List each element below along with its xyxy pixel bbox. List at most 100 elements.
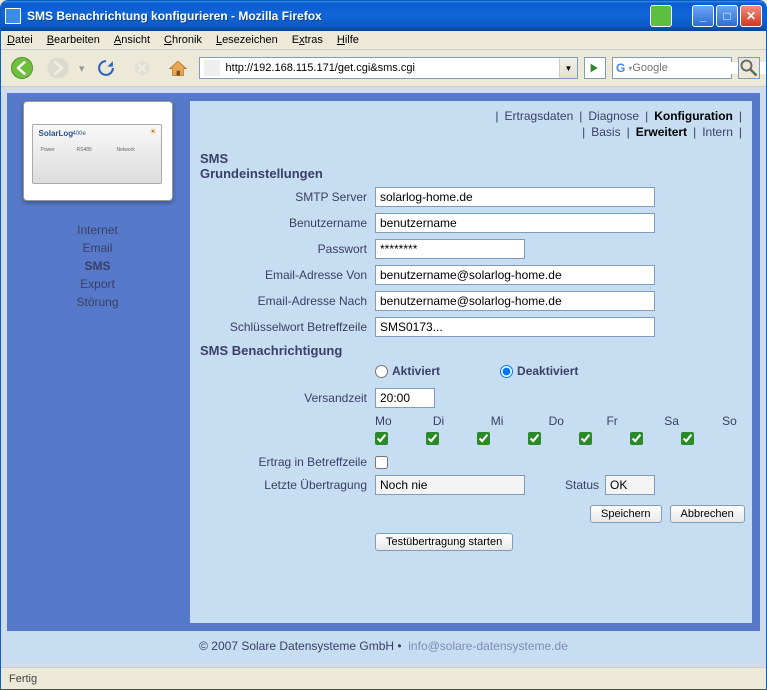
main-panel: |Ertragsdaten|Diagnose|Konfiguration| |B… [190,101,752,623]
display-status [605,475,655,495]
sidebar-item-export[interactable]: Export [76,275,118,293]
menu-extras[interactable]: Extras [292,34,323,46]
device-image: SolarLog 400e ☀ Power RS485 Network [23,101,173,201]
extension-button[interactable] [650,5,672,27]
page-favicon [204,60,220,76]
day-fr: Fr [606,414,626,428]
section-sms-title: SMS Grundeinstellungen [200,151,742,181]
tabs-secondary: |Basis|Erweitert|Intern| [200,125,742,139]
tab-diagnose[interactable]: Diagnose [582,109,645,123]
check-mi[interactable] [477,432,490,445]
home-button[interactable] [163,54,193,82]
menubar: Datei Bearbeiten Ansicht Chronik Lesezei… [1,31,766,50]
device-label: SolarLog [39,129,74,138]
page-footer: © 2007 Solare Datensysteme GmbH • info@s… [7,631,760,661]
close-icon: ✕ [746,9,756,23]
menu-bookmarks[interactable]: Lesezeichen [216,34,278,46]
label-pass: Passwort [200,242,375,256]
input-email-from[interactable] [375,265,655,285]
google-icon: G [616,61,625,75]
minimize-icon: _ [700,9,707,23]
menu-view[interactable]: Ansicht [114,34,150,46]
days-checkboxes [200,432,742,445]
tab-konfiguration[interactable]: Konfiguration [648,109,739,123]
tab-erweitert[interactable]: Erweitert [630,125,693,139]
forward-button [43,54,73,82]
test-button[interactable]: Testübertragung starten [375,533,513,551]
reload-button[interactable] [91,54,121,82]
footer-email-link[interactable]: info@solare-datensysteme.de [408,639,568,653]
sidebar-item-stoerung[interactable]: Störung [76,293,118,311]
label-status: Status [565,478,599,492]
check-sa[interactable] [630,432,643,445]
check-fr[interactable] [579,432,592,445]
radio-activated-label[interactable]: Aktiviert [375,364,440,378]
day-do: Do [549,414,569,428]
url-bar[interactable]: ▼ [199,57,578,79]
maximize-button[interactable]: □ [716,5,738,27]
tab-ertragsdaten[interactable]: Ertragsdaten [499,109,580,123]
save-button[interactable]: Speichern [590,505,662,523]
radio-deactivated-label[interactable]: Deaktiviert [500,364,578,378]
search-button[interactable] [738,57,760,79]
content-area: SolarLog 400e ☀ Power RS485 Network Inte… [1,87,766,667]
radio-deactivated[interactable] [500,365,513,378]
statusbar: Fertig [1,667,766,689]
back-button[interactable] [7,54,37,82]
cancel-button[interactable]: Abbrechen [670,505,745,523]
url-input[interactable] [224,62,559,74]
input-smtp[interactable] [375,187,655,207]
check-ertrag[interactable] [375,456,388,469]
check-mo[interactable] [375,432,388,445]
label-last-tx: Letzte Übertragung [200,478,375,492]
window-title: SMS Benachrichtung konfigurieren - Mozil… [27,9,650,23]
titlebar: SMS Benachrichtung konfigurieren - Mozil… [1,1,766,31]
page: SolarLog 400e ☀ Power RS485 Network Inte… [7,93,760,661]
menu-edit[interactable]: Bearbeiten [47,34,100,46]
input-sendtime[interactable] [375,388,435,408]
stop-button [127,54,157,82]
sidebar-nav: Internet Email SMS Export Störung [76,221,118,311]
radio-activated[interactable] [375,365,388,378]
label-email-from: Email-Adresse Von [200,268,375,282]
sidebar-item-sms[interactable]: SMS [76,257,118,275]
input-keyword[interactable] [375,317,655,337]
menu-history[interactable]: Chronik [164,34,202,46]
label-ertrag: Ertrag in Betreffzeile [200,455,375,469]
check-di[interactable] [426,432,439,445]
tab-intern[interactable]: Intern [696,125,739,139]
sidebar-item-internet[interactable]: Internet [76,221,118,239]
input-user[interactable] [375,213,655,233]
browser-window: SMS Benachrichtung konfigurieren - Mozil… [0,0,767,690]
day-mi: Mi [491,414,511,428]
check-do[interactable] [528,432,541,445]
tab-basis[interactable]: Basis [585,125,626,139]
statusbar-text: Fertig [9,673,37,685]
display-last-tx [375,475,525,495]
day-mo: Mo [375,414,395,428]
label-user: Benutzername [200,216,375,230]
label-sendtime: Versandzeit [200,391,375,405]
close-button[interactable]: ✕ [740,5,762,27]
url-history-dropdown[interactable]: ▼ [559,58,577,78]
search-box[interactable]: G▾ [612,57,732,79]
menu-file[interactable]: Datei [7,34,33,46]
app-favicon [5,8,21,24]
go-button[interactable] [584,57,606,79]
input-email-to[interactable] [375,291,655,311]
day-so: So [722,414,742,428]
label-email-to: Email-Adresse Nach [200,294,375,308]
magnifier-icon [739,58,759,78]
label-smtp: SMTP Server [200,190,375,204]
sidebar-item-email[interactable]: Email [76,239,118,257]
maximize-icon: □ [723,9,730,23]
menu-help[interactable]: Hilfe [337,34,359,46]
input-pass[interactable] [375,239,525,259]
toolbar: ▾ ▼ G▾ [1,50,766,87]
tabs-primary: |Ertragsdaten|Diagnose|Konfiguration| [200,109,742,123]
sidebar: SolarLog 400e ☀ Power RS485 Network Inte… [15,101,180,623]
minimize-button[interactable]: _ [692,5,714,27]
check-so[interactable] [681,432,694,445]
days-header: Mo Di Mi Do Fr Sa So [200,414,742,428]
label-keyword: Schlüsselwort Betreffzeile [200,320,375,334]
